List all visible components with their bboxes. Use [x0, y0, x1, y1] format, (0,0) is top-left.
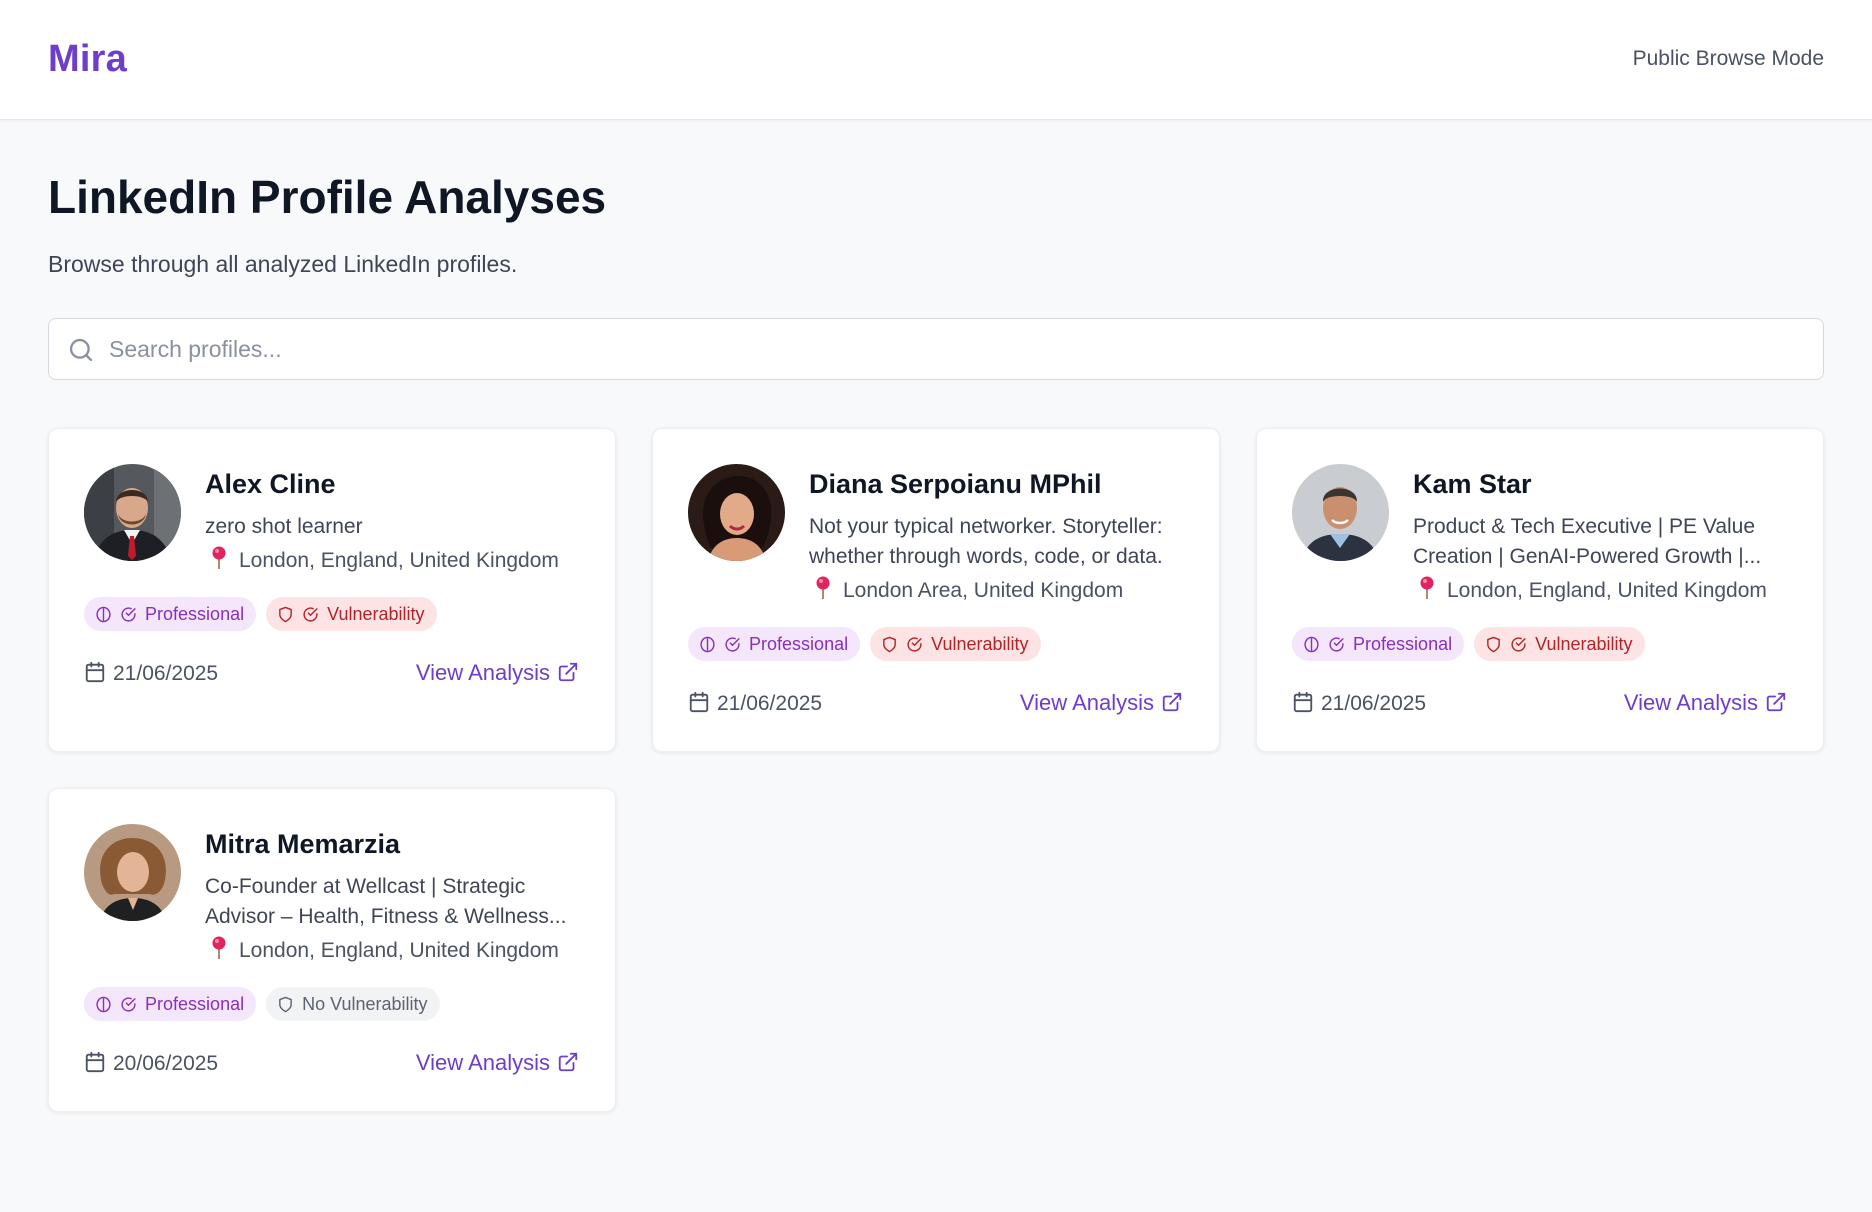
view-analysis-label: View Analysis	[1623, 690, 1758, 715]
profile-name: Alex Cline	[205, 469, 336, 499]
check-circle-icon	[725, 637, 740, 652]
badge-label: Professional	[1353, 634, 1453, 654]
view-analysis-link[interactable]: View Analysis	[1020, 690, 1183, 716]
search-icon	[69, 338, 93, 362]
vulnerability-badge: Vulnerability	[266, 597, 437, 631]
calendar-icon	[85, 661, 105, 683]
profile-name: Kam Star	[1413, 469, 1532, 499]
profile-headline: Not your typical networker. Storyteller:…	[809, 515, 1163, 568]
profile-location: London, England, United Kingdom	[1413, 576, 1767, 603]
page-title: LinkedIn Profile Analyses	[48, 171, 607, 223]
professional-badge: Professional	[84, 987, 257, 1021]
badge-row: Professional Vulnerability	[84, 597, 447, 631]
shield-icon	[1487, 636, 1500, 653]
location-text: London, England, United Kingdom	[239, 549, 559, 572]
date-text: 21/06/2025	[1321, 692, 1427, 715]
vulnerability-badge: Vulnerability	[1474, 627, 1645, 661]
check-circle-icon	[121, 607, 136, 622]
analysis-date: 21/06/2025	[84, 661, 218, 686]
date-text: 20/06/2025	[113, 1052, 219, 1075]
profile-name: Mitra Memarzia	[205, 829, 401, 859]
location-text: London, England, United Kingdom	[1447, 579, 1767, 602]
search-input[interactable]	[109, 319, 1809, 379]
date-text: 21/06/2025	[113, 662, 219, 685]
badge-label: Vulnerability	[1535, 634, 1633, 654]
external-link-icon	[1162, 692, 1182, 712]
check-circle-icon	[907, 637, 922, 652]
external-link-icon	[558, 1052, 578, 1072]
check-circle-icon	[121, 997, 136, 1012]
profile-location: London Area, United Kingdom	[809, 576, 1123, 603]
brain-icon	[700, 636, 715, 653]
analysis-date: 21/06/2025	[688, 691, 822, 716]
badge-row: Professional Vulnerability	[688, 627, 1051, 661]
badge-label: Vulnerability	[931, 634, 1029, 654]
browse-mode-label: Public Browse Mode	[1632, 47, 1824, 70]
profile-card: Kam Star Product & Tech Executive | PE V…	[1256, 428, 1824, 752]
badge-label: Vulnerability	[327, 604, 425, 624]
profile-headline: zero shot learner	[205, 515, 363, 538]
pin-icon	[816, 576, 830, 599]
brain-icon	[96, 996, 111, 1013]
badge-label: Professional	[145, 994, 245, 1014]
view-analysis-link[interactable]: View Analysis	[1624, 690, 1787, 716]
badge-row: Professional Vulnerability	[1292, 627, 1655, 661]
avatar	[84, 464, 181, 561]
avatar	[1292, 464, 1389, 561]
location-text: London, England, United Kingdom	[239, 939, 559, 962]
profile-name: Diana Serpoianu MPhil	[809, 469, 1102, 499]
calendar-icon	[1293, 691, 1313, 713]
analysis-date: 20/06/2025	[84, 1051, 218, 1076]
profile-card: Diana Serpoianu MPhil Not your typical n…	[652, 428, 1220, 752]
calendar-icon	[689, 691, 709, 713]
profile-location: London, England, United Kingdom	[205, 546, 559, 573]
view-analysis-label: View Analysis	[415, 660, 550, 685]
pin-icon	[212, 936, 226, 959]
shield-icon	[883, 636, 896, 653]
location-text: London Area, United Kingdom	[843, 579, 1124, 602]
calendar-icon	[85, 1051, 105, 1073]
page-subtitle: Browse through all analyzed LinkedIn pro…	[48, 251, 518, 277]
brand-logo[interactable]: Mira	[48, 38, 127, 81]
date-text: 21/06/2025	[717, 692, 823, 715]
view-analysis-link[interactable]: View Analysis	[416, 1050, 579, 1076]
external-link-icon	[1766, 692, 1786, 712]
profile-card: Mitra Memarzia Co-Founder at Wellcast | …	[48, 788, 616, 1112]
analysis-date: 21/06/2025	[1292, 691, 1426, 716]
brain-icon	[96, 606, 111, 623]
professional-badge: Professional	[84, 597, 257, 631]
profile-card: Alex Cline zero shot learner London, Eng…	[48, 428, 616, 752]
profile-headline: Product & Tech Executive | PE Value Crea…	[1413, 515, 1762, 568]
vulnerability-badge: Vulnerability	[870, 627, 1041, 661]
badge-label: No Vulnerability	[302, 994, 428, 1014]
view-analysis-label: View Analysis	[415, 1050, 550, 1075]
avatar	[688, 464, 785, 561]
professional-badge: Professional	[1292, 627, 1465, 661]
brain-icon	[1304, 636, 1319, 653]
pin-icon	[1420, 576, 1434, 599]
badge-label: Professional	[749, 634, 849, 654]
avatar	[84, 824, 181, 921]
shield-icon	[279, 996, 292, 1013]
search-box	[48, 318, 1824, 380]
badge-label: Professional	[145, 604, 245, 624]
badge-row: Professional No Vulnerability	[84, 987, 450, 1021]
view-analysis-link[interactable]: View Analysis	[416, 660, 579, 686]
profile-headline: Co-Founder at Wellcast | Strategic Advis…	[205, 875, 567, 928]
top-bar: Mira Public Browse Mode	[0, 0, 1872, 120]
profile-location: London, England, United Kingdom	[205, 936, 559, 963]
check-circle-icon	[1511, 637, 1526, 652]
shield-icon	[279, 606, 292, 623]
external-link-icon	[558, 662, 578, 682]
no-vulnerability-badge: No Vulnerability	[266, 987, 440, 1021]
view-analysis-label: View Analysis	[1019, 690, 1154, 715]
pin-icon	[212, 546, 226, 569]
check-circle-icon	[303, 607, 318, 622]
professional-badge: Professional	[688, 627, 861, 661]
check-circle-icon	[1329, 637, 1344, 652]
